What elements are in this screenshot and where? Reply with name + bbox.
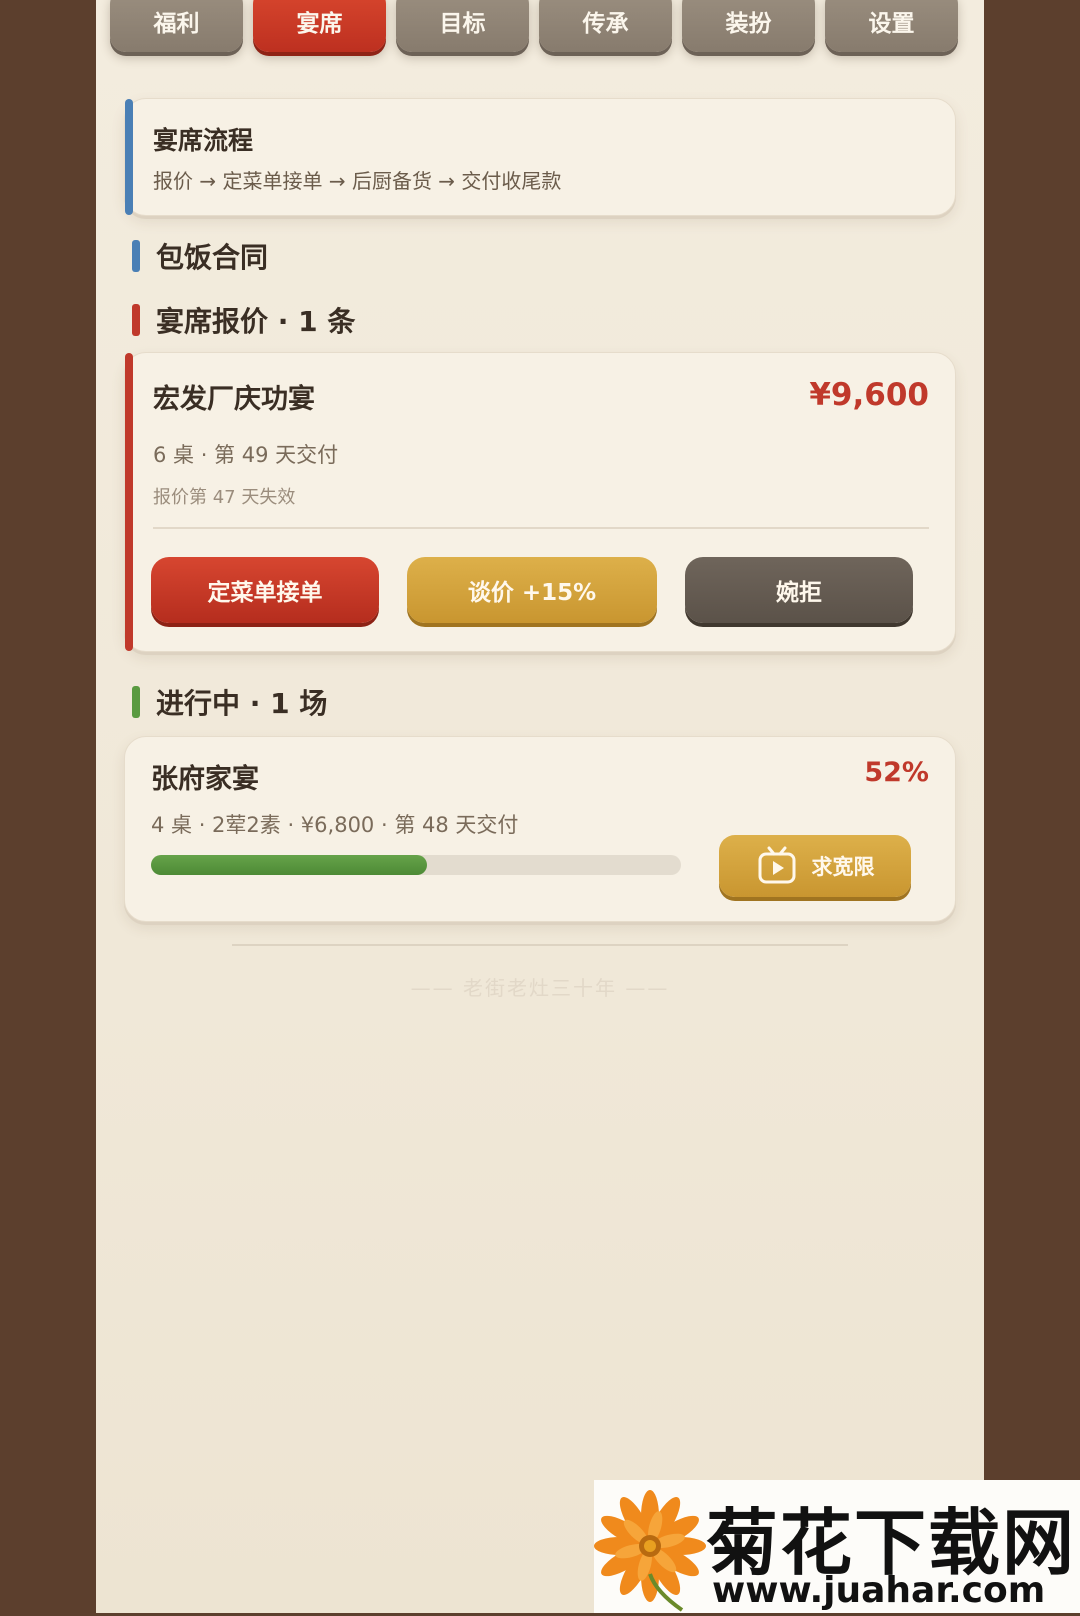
tab-label: 设置 bbox=[868, 11, 915, 37]
flow-title: 宴席流程 bbox=[153, 126, 254, 155]
tab-label: 目标 bbox=[439, 11, 486, 37]
tab-goals[interactable]: 目标 bbox=[396, 0, 529, 52]
divider bbox=[153, 527, 929, 529]
banquet-name: 张府家宴 bbox=[151, 764, 259, 795]
button-label: 求宽限 bbox=[811, 855, 875, 879]
button-label: 谈价 +15% bbox=[467, 580, 597, 606]
quote-card: 宏发厂庆功宴 ¥9,600 6 桌 · 第 49 天交付 报价第 47 天失效 … bbox=[124, 352, 956, 652]
tab-bar: 福利 宴席 目标 传承 装扮 设置 bbox=[110, 0, 970, 52]
watermark-url: www.juahar.com bbox=[712, 1570, 1046, 1611]
quote-price: ¥9,600 bbox=[809, 377, 929, 413]
flow-accent-bar bbox=[125, 99, 133, 215]
accept-order-button[interactable]: 定菜单接单 bbox=[151, 557, 379, 623]
section-marker bbox=[132, 304, 140, 336]
tab-settings[interactable]: 设置 bbox=[825, 0, 958, 52]
tab-label: 装扮 bbox=[725, 11, 772, 37]
button-label: 婉拒 bbox=[776, 580, 822, 606]
tab-banquet[interactable]: 宴席 bbox=[253, 0, 386, 52]
section-contract: 包饭合同 bbox=[132, 236, 268, 276]
watermark: 菊花下载网 www.juahar.com bbox=[594, 1480, 1080, 1613]
quote-detail: 6 桌 · 第 49 天交付 bbox=[153, 443, 339, 467]
tv-icon bbox=[756, 845, 798, 887]
tab-decor[interactable]: 装扮 bbox=[682, 0, 815, 52]
flow-card: 宴席流程 报价 → 定菜单接单 → 后厨备货 → 交付收尾款 bbox=[124, 98, 956, 216]
section-quotes: 宴席报价 · 1 条 bbox=[132, 300, 355, 340]
progress-percent: 52% bbox=[864, 757, 929, 788]
section-in-progress: 进行中 · 1 场 bbox=[132, 682, 327, 722]
footer-divider bbox=[232, 944, 848, 946]
tab-label: 宴席 bbox=[296, 11, 343, 37]
tab-label: 福利 bbox=[153, 11, 200, 37]
progress-bar-fill bbox=[151, 855, 427, 875]
decline-button[interactable]: 婉拒 bbox=[685, 557, 913, 623]
quote-accent-bar bbox=[125, 353, 133, 651]
main-panel: 福利 宴席 目标 传承 装扮 设置 宴席流程 报价 → 定菜单接单 → 后厨备货… bbox=[96, 0, 984, 1613]
request-extension-button[interactable]: 求宽限 bbox=[719, 835, 911, 897]
tab-label: 传承 bbox=[582, 11, 629, 37]
banquet-detail: 4 桌 · 2荤2素 · ¥6,800 · 第 48 天交付 bbox=[151, 813, 519, 837]
tab-welfare[interactable]: 福利 bbox=[110, 0, 243, 52]
section-marker bbox=[132, 240, 140, 272]
progress-card: 张府家宴 52% 4 桌 · 2荤2素 · ¥6,800 · 第 48 天交付 … bbox=[124, 736, 956, 922]
progress-bar bbox=[151, 855, 681, 875]
section-title: 宴席报价 · 1 条 bbox=[156, 305, 356, 338]
tab-legacy[interactable]: 传承 bbox=[539, 0, 672, 52]
footer-slogan: —— 老街老灶三十年 —— bbox=[410, 976, 670, 1000]
flower-logo-icon bbox=[590, 1488, 714, 1616]
quote-expiry: 报价第 47 天失效 bbox=[153, 487, 296, 508]
button-label: 定菜单接单 bbox=[207, 580, 323, 606]
negotiate-button[interactable]: 谈价 +15% bbox=[407, 557, 657, 623]
section-title: 进行中 · 1 场 bbox=[156, 687, 328, 720]
flow-steps: 报价 → 定菜单接单 → 后厨备货 → 交付收尾款 bbox=[153, 169, 562, 193]
quote-name: 宏发厂庆功宴 bbox=[153, 384, 315, 415]
section-title: 包饭合同 bbox=[156, 241, 269, 274]
section-marker bbox=[132, 686, 140, 718]
